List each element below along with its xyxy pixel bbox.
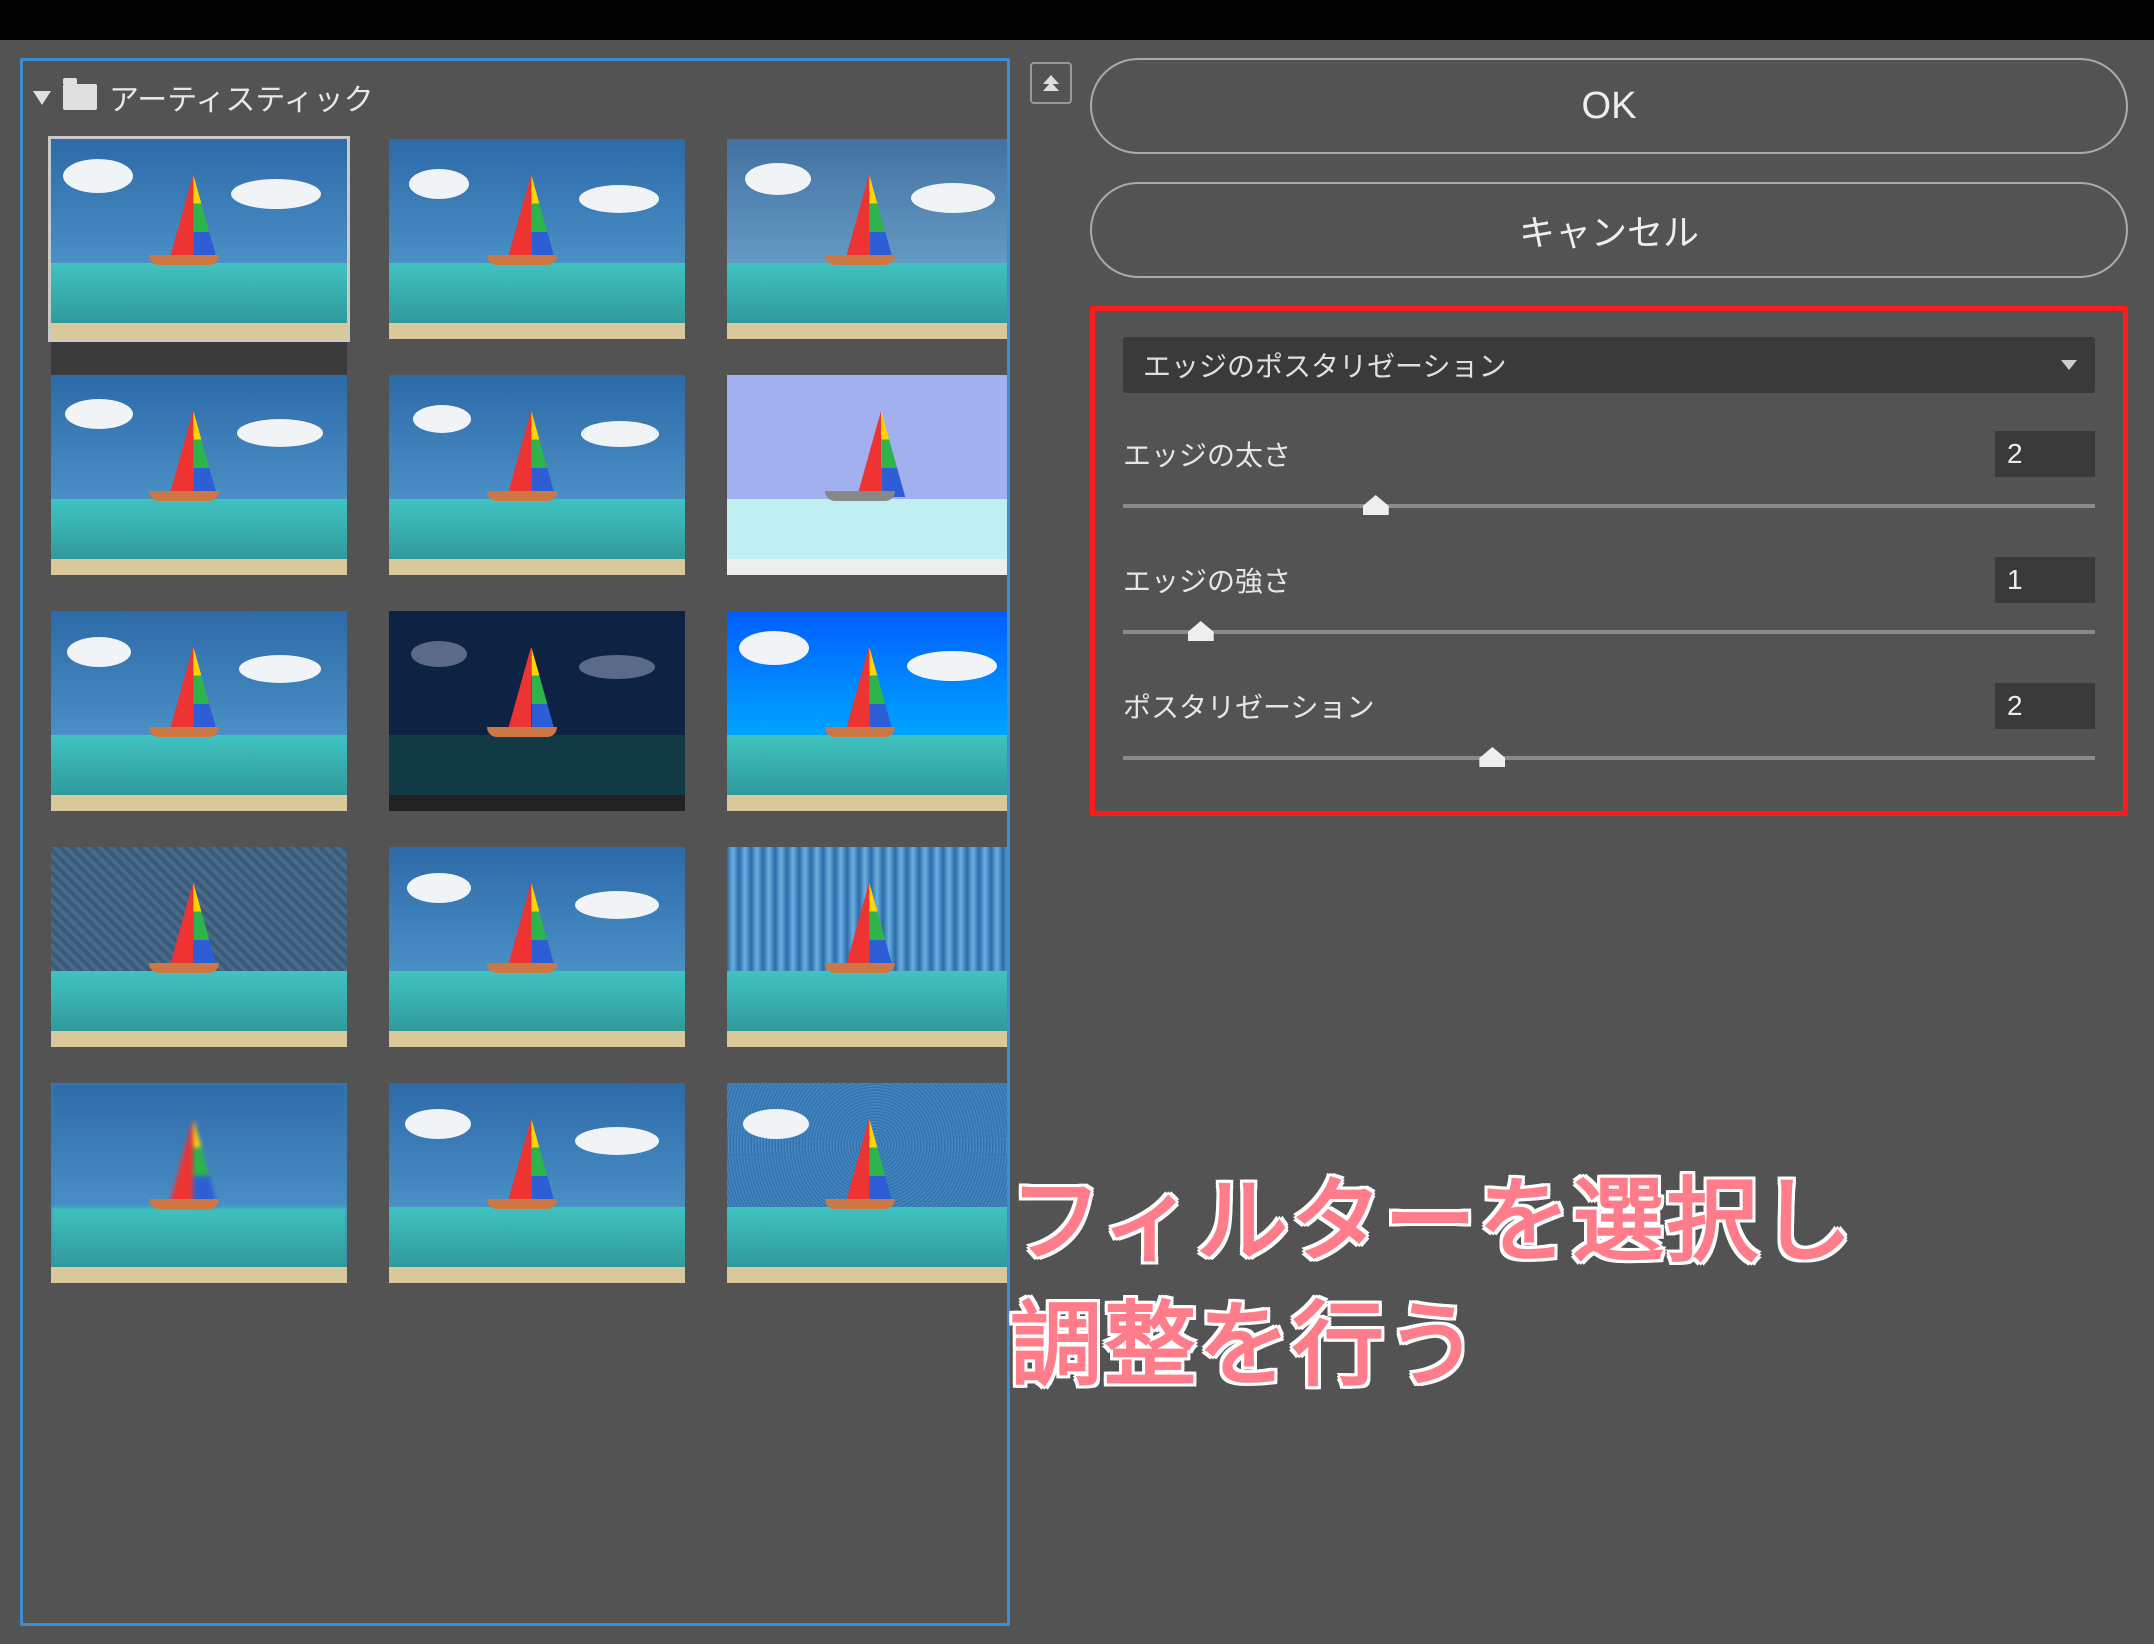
filter-thumbnail[interactable] — [389, 375, 685, 575]
slider-edge-intensity[interactable] — [1123, 621, 2095, 641]
filter-thumbnail[interactable] — [389, 1083, 685, 1283]
param-input-edge-thickness[interactable] — [1995, 431, 2095, 477]
tutorial-annotation: フィルターを選択し 調整を行う — [1010, 1160, 1854, 1408]
slider-posterization[interactable] — [1123, 747, 2095, 767]
param-label: エッジの太さ — [1123, 434, 1291, 474]
filter-thumbnail[interactable] — [51, 611, 347, 811]
collapse-panel-button[interactable] — [1030, 62, 1072, 104]
param-label: ポスタリゼーション — [1123, 686, 1374, 726]
filter-thumbnail[interactable] — [51, 1083, 347, 1283]
filter-thumbnail[interactable] — [727, 375, 1010, 575]
folder-icon — [63, 84, 97, 110]
param-label: エッジの強さ — [1123, 560, 1291, 600]
category-header[interactable]: アーティスティック — [23, 61, 1007, 133]
disclosure-triangle-icon[interactable] — [33, 91, 51, 105]
filter-thumbnail[interactable] — [727, 611, 1010, 811]
category-label: アーティスティック — [109, 75, 374, 119]
filter-thumbnail[interactable] — [727, 139, 1010, 339]
ok-button[interactable]: OK — [1090, 58, 2128, 154]
filter-settings-highlight: エッジのポスタリゼーション エッジの太さ エッジの強さ — [1090, 306, 2128, 816]
slider-thumb-icon[interactable] — [1479, 747, 1505, 767]
param-input-edge-intensity[interactable] — [1995, 557, 2095, 603]
filter-thumbnail[interactable] — [389, 611, 685, 811]
filter-thumbnail[interactable] — [727, 1083, 1010, 1283]
chevron-up-icon — [1043, 82, 1059, 91]
slider-edge-thickness[interactable] — [1123, 495, 2095, 515]
filter-thumbnail[interactable] — [51, 847, 347, 1047]
filter-thumbnail[interactable] — [389, 139, 685, 339]
filter-dropdown[interactable]: エッジのポスタリゼーション — [1123, 337, 2095, 393]
filter-thumbnail[interactable] — [51, 375, 347, 575]
filter-thumbnail[interactable] — [51, 139, 347, 339]
param-edge-intensity: エッジの強さ — [1123, 557, 2095, 641]
param-input-posterization[interactable] — [1995, 683, 2095, 729]
slider-thumb-icon[interactable] — [1363, 495, 1389, 515]
param-posterization: ポスタリゼーション — [1123, 683, 2095, 767]
cancel-button[interactable]: キャンセル — [1090, 182, 2128, 278]
filter-thumbnail[interactable] — [727, 847, 1010, 1047]
thumbnail-grid — [23, 133, 1007, 1307]
filter-thumbnail[interactable] — [389, 847, 685, 1047]
slider-thumb-icon[interactable] — [1188, 621, 1214, 641]
filter-gallery-panel: アーティスティック — [20, 58, 1010, 1626]
param-edge-thickness: エッジの太さ — [1123, 431, 2095, 515]
filter-dropdown-label: エッジのポスタリゼーション — [1143, 345, 1506, 385]
chevron-down-icon — [2061, 360, 2077, 370]
